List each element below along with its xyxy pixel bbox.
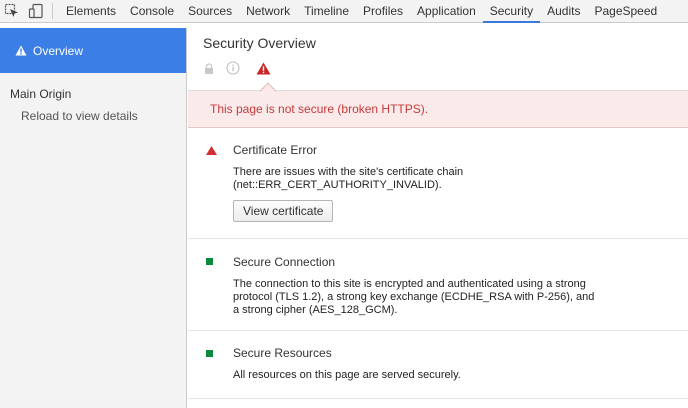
reload-hint: Reload to view details (21, 109, 138, 123)
toolbar-divider (52, 3, 53, 19)
warning-icon (15, 45, 27, 56)
inspect-element-button[interactable] (0, 0, 24, 22)
banner-text: This page is not secure (broken HTTPS). (210, 102, 429, 116)
device-mode-button[interactable] (24, 0, 48, 22)
desc-line: a strong cipher (AES_128_GCM). (233, 304, 398, 316)
tab-elements[interactable]: Elements (59, 0, 123, 22)
devtools-tabbar: Elements Console Sources Network Timelin… (0, 0, 688, 23)
green-square-icon (206, 258, 213, 265)
secure-resources-section: Secure Resources All resources on this p… (188, 331, 688, 399)
green-square-icon (206, 350, 213, 357)
desc-line: (net::ERR_CERT_AUTHORITY_INVALID). (233, 179, 442, 191)
tab-console[interactable]: Console (123, 0, 181, 22)
section-description: The connection to this site is encrypted… (233, 278, 613, 317)
desc-line: The connection to this site is encrypted… (233, 278, 586, 290)
view-certificate-button[interactable]: View certificate (233, 200, 334, 222)
section-title: Certificate Error (233, 143, 318, 157)
security-state-icons (204, 61, 278, 75)
security-main-panel: Security Overview This page is not secur… (188, 28, 688, 408)
tab-audits[interactable]: Audits (540, 0, 587, 22)
tab-timeline[interactable]: Timeline (297, 0, 356, 22)
red-triangle-icon (206, 146, 217, 155)
tab-network[interactable]: Network (239, 0, 297, 22)
tab-pagespeed[interactable]: PageSpeed (587, 0, 664, 22)
tab-application[interactable]: Application (410, 0, 483, 22)
certificate-error-section: Certificate Error There are issues with … (188, 128, 688, 239)
desc-line: All resources on this page are served se… (233, 369, 461, 381)
lock-icon (204, 62, 218, 74)
desc-line: protocol (TLS 1.2), a strong key exchang… (233, 291, 595, 303)
sidebar-item-overview[interactable]: Overview (0, 28, 186, 73)
page-title: Security Overview (203, 35, 316, 51)
section-title: Secure Connection (233, 255, 336, 269)
secure-connection-section: Secure Connection The connection to this… (188, 239, 688, 331)
warning-icon (248, 62, 278, 75)
panel-tabs: Elements Console Sources Network Timelin… (59, 0, 664, 23)
sidebar-item-label: Overview (33, 43, 84, 58)
tab-sources[interactable]: Sources (181, 0, 239, 22)
info-icon (218, 61, 248, 75)
tab-profiles[interactable]: Profiles (356, 0, 410, 22)
section-description: There are issues with the site's certifi… (233, 166, 613, 192)
cursor-select-icon (4, 3, 18, 17)
main-origin-heading: Main Origin (10, 87, 72, 101)
overview-header: Security Overview (188, 28, 688, 100)
security-status-banner: This page is not secure (broken HTTPS). (188, 91, 688, 128)
section-title: Secure Resources (233, 346, 332, 360)
desc-line: There are issues with the site's certifi… (233, 166, 464, 178)
device-toggle-icon (28, 3, 43, 19)
tab-security[interactable]: Security (482, 0, 541, 23)
section-description: All resources on this page are served se… (233, 369, 613, 382)
security-sidebar: Overview Main Origin Reload to view deta… (0, 28, 187, 408)
